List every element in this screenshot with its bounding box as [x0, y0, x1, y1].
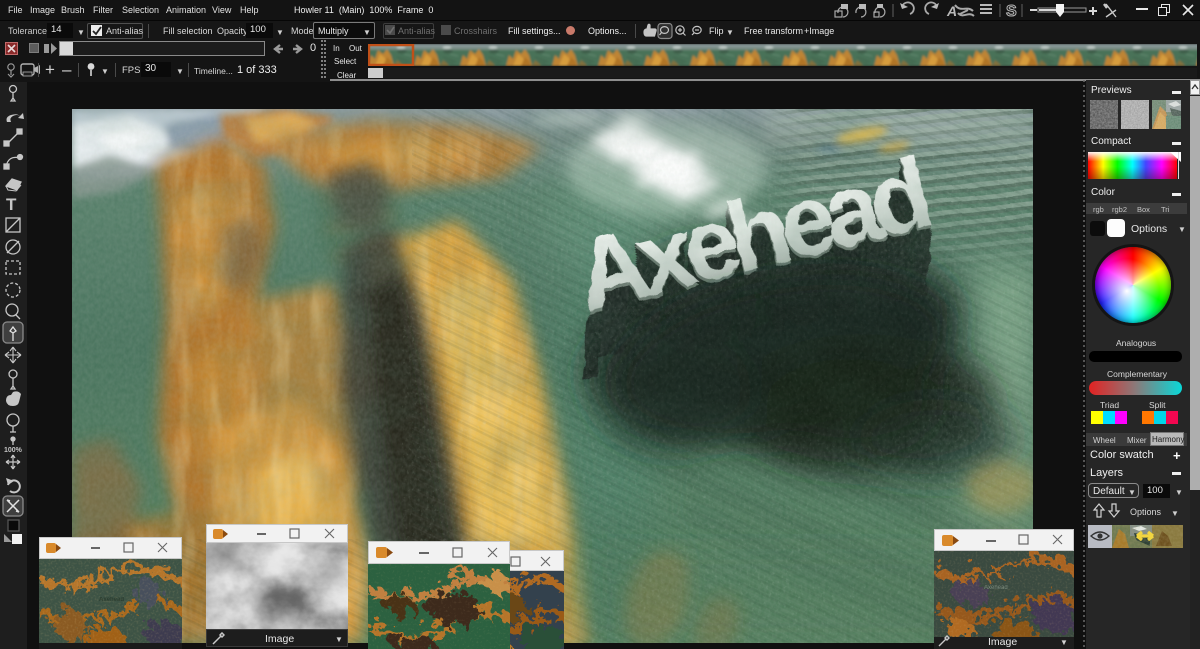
svg-text:100%: 100% [4, 447, 23, 454]
svg-text:Axehead: Axehead [984, 585, 1008, 591]
svg-text:T: T [6, 195, 17, 214]
svg-text:S: S [1006, 3, 1017, 20]
svg-text:Axehead: Axehead [99, 597, 124, 603]
